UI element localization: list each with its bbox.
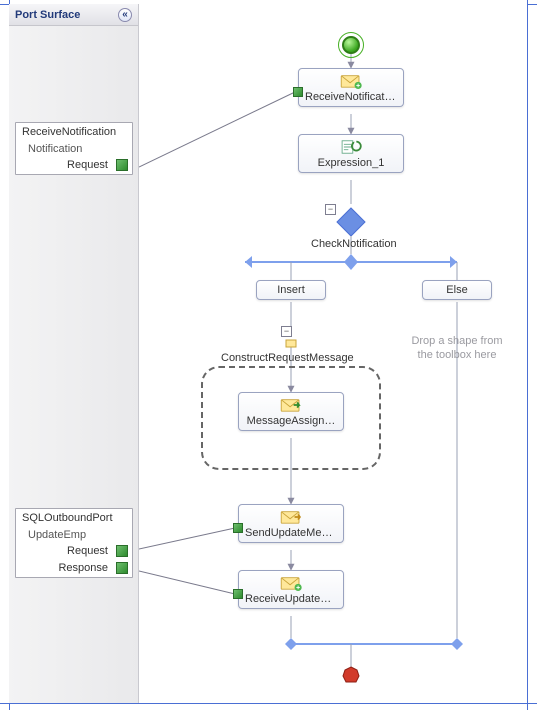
port-anchor-icon[interactable] xyxy=(233,589,243,599)
assign-envelope-icon xyxy=(280,397,302,413)
port-message-label: Request xyxy=(28,545,112,557)
port-connector-icon[interactable] xyxy=(116,545,128,557)
port-message-row[interactable]: Response xyxy=(16,560,132,577)
shape-label: Expression_1 xyxy=(305,157,397,169)
port-title: ReceiveNotification xyxy=(16,123,132,141)
horizontal-guide-bottom xyxy=(0,703,537,704)
message-assign-shape[interactable]: MessageAssign… xyxy=(238,392,344,431)
end-shape[interactable] xyxy=(342,666,360,684)
construct-group-label: ConstructRequestMessage xyxy=(221,352,354,364)
port-message-label: Response xyxy=(28,562,112,574)
port-surface-title: Port Surface xyxy=(15,9,80,21)
collapse-port-surface-button[interactable]: « xyxy=(118,8,132,22)
start-shape[interactable] xyxy=(342,36,360,54)
collapse-construct-toggle[interactable]: − xyxy=(281,326,292,337)
branch-label: Else xyxy=(446,284,467,296)
shape-label: SendUpdateMes… xyxy=(245,527,337,539)
branch-insert[interactable]: Insert xyxy=(256,280,326,300)
port-title: SQLOutboundPort xyxy=(16,509,132,527)
construct-icon xyxy=(285,338,297,348)
port-anchor-icon[interactable] xyxy=(233,523,243,533)
send-envelope-icon xyxy=(280,509,302,525)
orchestration-canvas[interactable]: ReceiveNotificati… Expression_1 − CheckN… xyxy=(139,4,527,703)
branch-else[interactable]: Else xyxy=(422,280,492,300)
port-receive-notification[interactable]: ReceiveNotification Notification Request xyxy=(15,122,133,175)
collapse-decision-toggle[interactable]: − xyxy=(325,204,336,215)
port-message-label: Request xyxy=(28,159,112,171)
port-connector-icon[interactable] xyxy=(116,562,128,574)
receive-notification-shape[interactable]: ReceiveNotificati… xyxy=(298,68,404,107)
send-update-shape[interactable]: SendUpdateMes… xyxy=(238,504,344,543)
port-message-row[interactable]: Request xyxy=(16,157,132,174)
port-surface-panel: Port Surface « ReceiveNotification Notif… xyxy=(9,4,139,703)
port-operation: Notification xyxy=(16,141,132,157)
vertical-guide-right xyxy=(527,0,528,710)
port-surface-header: Port Surface « xyxy=(9,4,138,26)
port-connector-icon[interactable] xyxy=(116,159,128,171)
expression-shape[interactable]: Expression_1 xyxy=(298,134,404,173)
shape-label: MessageAssign… xyxy=(245,415,337,427)
port-message-row[interactable]: Request xyxy=(16,543,132,560)
drop-hint-text: Drop a shape from the toolbox here xyxy=(409,334,505,362)
shape-label: ReceiveUpdateR… xyxy=(245,593,337,605)
decision-label: CheckNotification xyxy=(311,238,397,250)
expression-icon xyxy=(340,139,362,155)
port-anchor-icon[interactable] xyxy=(293,87,303,97)
receive-envelope-icon xyxy=(280,575,302,591)
port-operation: UpdateEmp xyxy=(16,527,132,543)
receive-update-shape[interactable]: ReceiveUpdateR… xyxy=(238,570,344,609)
shape-label: ReceiveNotificati… xyxy=(305,91,397,103)
branch-label: Insert xyxy=(277,284,305,296)
port-sql-outbound[interactable]: SQLOutboundPort UpdateEmp Request Respon… xyxy=(15,508,133,578)
receive-envelope-icon xyxy=(340,73,362,89)
